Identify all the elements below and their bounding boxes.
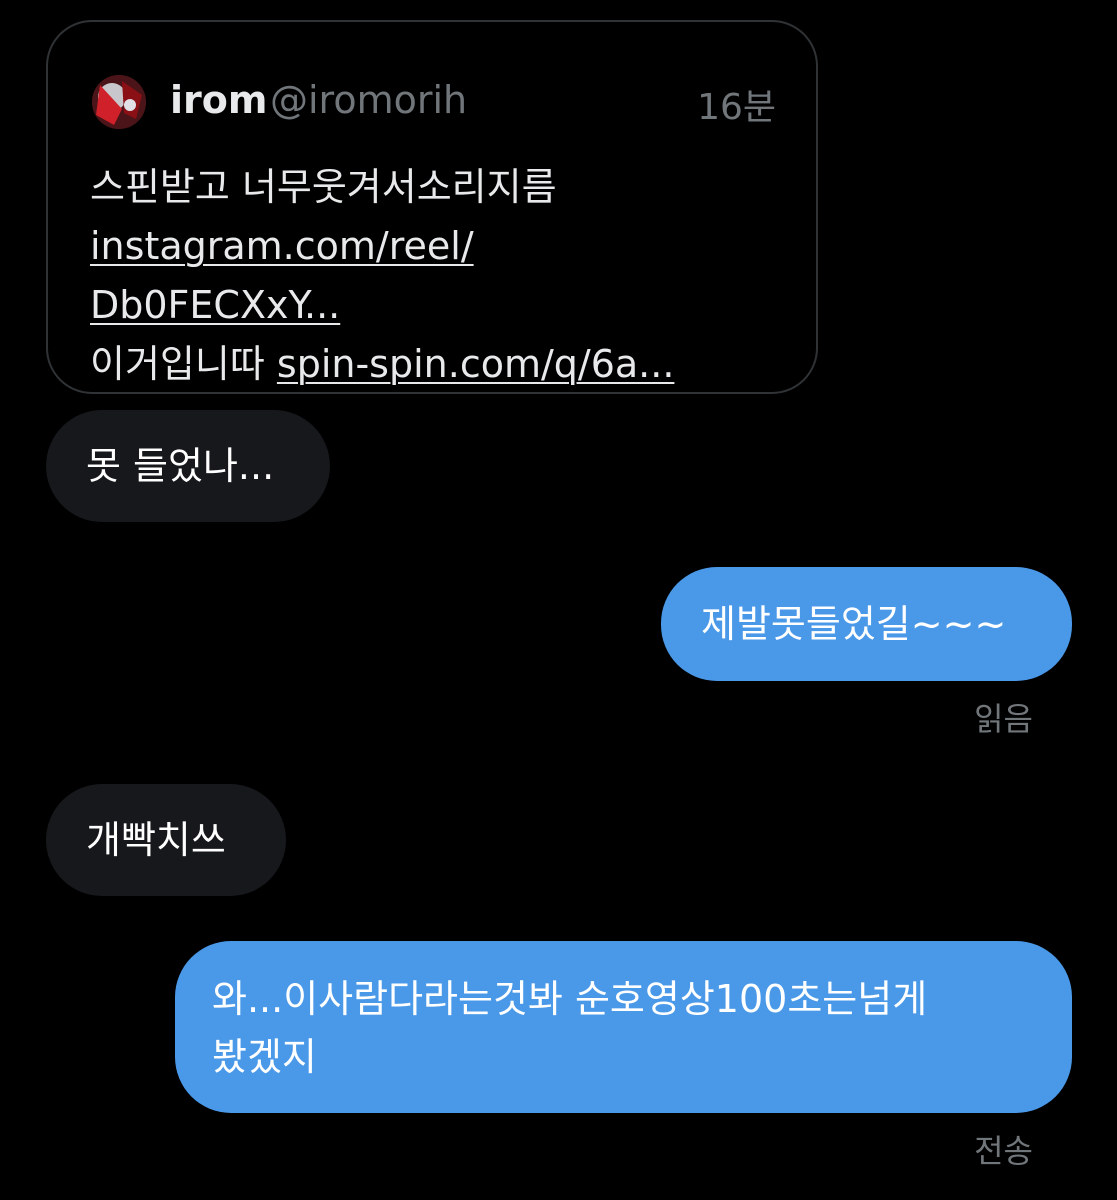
- instagram-link-part1[interactable]: instagram.com/reel/: [90, 217, 790, 276]
- quoted-post-prefix-text: 이거입니따: [90, 342, 265, 386]
- quoted-post-last-line: 이거입니따 spin-spin.com/q/6a...: [90, 335, 790, 394]
- quoted-post-body: 스핀받고 너무웃겨서소리지름 instagram.com/reel/ Db0FE…: [90, 158, 790, 394]
- author-name[interactable]: irom: [170, 78, 267, 122]
- quoted-post-header: irom @iromorih 16분: [92, 70, 776, 134]
- author-handle[interactable]: @iromorih: [270, 78, 467, 122]
- incoming-message[interactable]: 개빡치쓰: [46, 784, 286, 896]
- post-timestamp: 16분: [697, 87, 776, 128]
- instagram-link-part2[interactable]: Db0FECXxY...: [90, 276, 790, 335]
- avatar-image-icon: [92, 75, 146, 129]
- sent-receipt: 전송: [974, 1132, 1033, 1170]
- quoted-post-card[interactable]: irom @iromorih 16분 스핀받고 너무웃겨서소리지름 instag…: [46, 20, 818, 394]
- incoming-message[interactable]: 못 들었나...: [46, 410, 330, 522]
- outgoing-message[interactable]: 제발못들었길~~~: [661, 567, 1072, 681]
- quoted-post-text: 스핀받고 너무웃겨서소리지름: [90, 165, 557, 209]
- author-avatar[interactable]: [92, 75, 146, 129]
- message-line: 와...이사람다라는것봐 순호영상100초는넘게: [212, 977, 928, 1021]
- spin-spin-link[interactable]: spin-spin.com/q/6a...: [277, 342, 675, 386]
- read-receipt: 읽음: [974, 700, 1033, 738]
- message-line: 봤겠지: [212, 1035, 317, 1079]
- outgoing-message[interactable]: 와...이사람다라는것봐 순호영상100초는넘게 봤겠지: [175, 941, 1072, 1113]
